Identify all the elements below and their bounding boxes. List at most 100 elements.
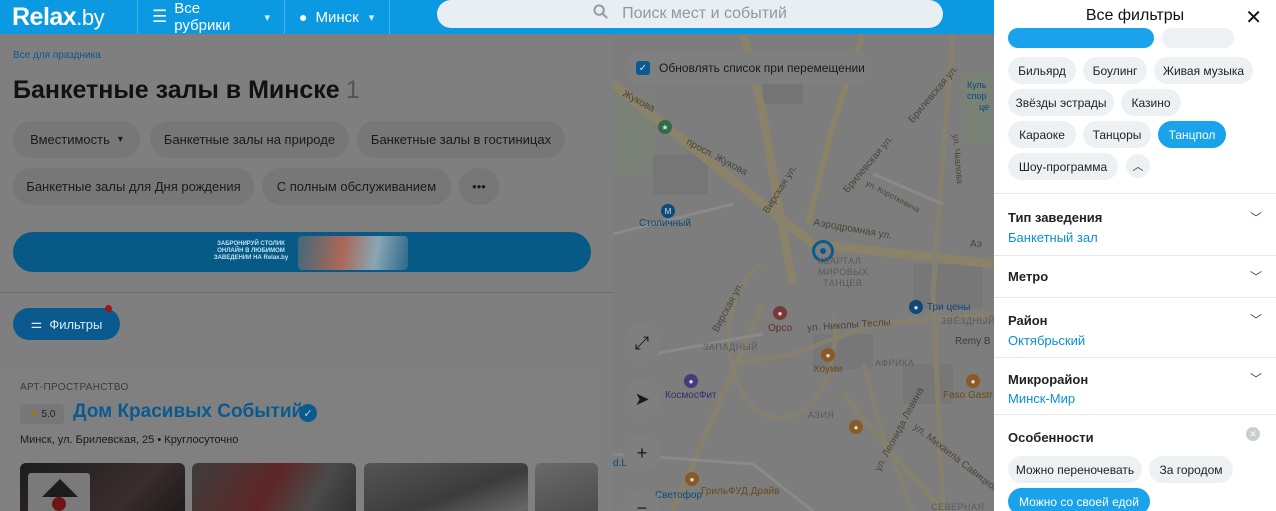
- city-label: Минск: [315, 8, 359, 26]
- map-poi-label: ГрильФУД Драйв: [701, 486, 780, 497]
- filter-section-metro[interactable]: Метро ﹀: [994, 255, 1276, 297]
- clear-section-icon[interactable]: ✕: [1246, 427, 1260, 441]
- filter-section-venue-type[interactable]: Тип заведения Банкетный зал ﹀: [994, 193, 1276, 255]
- filter-section-microdistrict[interactable]: Микрорайон Минск-Мир ﹀: [994, 357, 1276, 414]
- filter-tag-out-of-town[interactable]: За городом: [1149, 456, 1233, 483]
- header-separator: [389, 0, 390, 34]
- filter-tag-overnight[interactable]: Можно переночевать: [1008, 456, 1142, 483]
- filter-tag-pop-stars[interactable]: Звёзды эстрады: [1008, 89, 1114, 116]
- search-icon: [593, 4, 608, 24]
- filter-tag-live-music[interactable]: Живая музыка: [1154, 57, 1253, 84]
- banner-image: [298, 236, 408, 270]
- rating-value: 5.0: [41, 408, 56, 420]
- chip-hotels[interactable]: Банкетные залы в гостиницах: [357, 121, 565, 158]
- map-district-label: ЗАПАДНЫЙ: [703, 342, 759, 352]
- chevron-down-icon: ﹀: [1249, 372, 1262, 386]
- chip-nature[interactable]: Банкетные залы на природе: [150, 121, 349, 158]
- map-view[interactable]: ✓ Обновлять список при перемещении Жуков…: [613, 34, 994, 511]
- venue-photo[interactable]: [192, 463, 356, 511]
- map-district-label: АФРИКА: [875, 358, 915, 368]
- venue-card[interactable]: АРТ-ПРОСТРАНСТВО ★ 5.0 Дом Красивых Событ…: [7, 368, 598, 511]
- restaurant-icon[interactable]: ●: [773, 306, 787, 320]
- section-divider: [0, 292, 613, 293]
- breadcrumb[interactable]: Все для праздника: [13, 50, 101, 61]
- filter-tag-casino[interactable]: Казино: [1121, 89, 1181, 116]
- map-poi-label: спор: [967, 91, 987, 101]
- chevron-down-icon: ﹀: [1249, 270, 1262, 284]
- filter-section-district[interactable]: Район Октябрьский ﹀: [994, 297, 1276, 357]
- chip-label: Вместимость: [30, 132, 110, 147]
- filter-tag-selected-partial[interactable]: [1008, 28, 1154, 48]
- chevron-down-icon: ▾: [264, 11, 270, 24]
- filter-tag-own-food[interactable]: Можно со своей едой: [1008, 488, 1150, 511]
- collapse-tags-button[interactable]: ︿: [1126, 154, 1150, 178]
- section-label: Тип заведения: [1008, 210, 1103, 225]
- filter-tag-dancers[interactable]: Танцоры: [1083, 121, 1151, 148]
- more-chips-button[interactable]: •••: [459, 168, 499, 205]
- logo-suffix: .by: [76, 4, 105, 30]
- promo-banner[interactable]: ЗАБРОНИРУЙ СТОЛИК ОНЛАЙН В ЛЮБИМОМ ЗАВЕД…: [13, 232, 591, 272]
- rubrics-menu-button[interactable]: ☰ Все рубрики ▾: [138, 0, 284, 34]
- map-poi-label: Светофор: [655, 490, 703, 501]
- shop-icon[interactable]: ●: [909, 300, 923, 314]
- map-poi-label: КосмосФит: [665, 390, 717, 401]
- venue-category: АРТ-ПРОСТРАНСТВО: [20, 382, 129, 393]
- search-placeholder: Поиск мест и событий: [622, 5, 787, 22]
- venue-name[interactable]: Дом Красивых Событий: [73, 401, 303, 423]
- chevron-up-icon: ︿: [1132, 161, 1144, 173]
- my-location-button[interactable]: ➤: [623, 380, 661, 418]
- results-count: 1: [345, 76, 360, 104]
- food-icon[interactable]: ●: [849, 420, 863, 434]
- filter-tag-bowling[interactable]: Боулинг: [1083, 57, 1147, 84]
- filter-tag-karaoke[interactable]: Караоке: [1008, 121, 1076, 148]
- venue-logo: [28, 473, 90, 511]
- map-poi-label: МИРОВЫХ: [818, 267, 869, 277]
- location-pin-icon: ●: [299, 9, 308, 25]
- section-label: Особенности: [1008, 430, 1094, 445]
- map-poi-label: Хоуми: [813, 364, 843, 375]
- filter-tag-show-program[interactable]: Шоу-программа: [1008, 153, 1118, 180]
- metro-icon[interactable]: M: [661, 204, 675, 218]
- map-poi-label: ТАНЦЕВ: [823, 278, 863, 288]
- venue-photo[interactable]: [535, 463, 598, 511]
- close-icon[interactable]: ✕: [1245, 5, 1262, 30]
- chip-capacity[interactable]: Вместимость ▾: [13, 121, 140, 158]
- zoom-in-button[interactable]: +: [623, 434, 661, 472]
- banner-text: ЗАБРОНИРУЙ СТОЛИК ОНЛАЙН В ЛЮБИМОМ ЗАВЕД…: [213, 241, 289, 261]
- chip-full-service[interactable]: С полным обслуживанием: [262, 168, 451, 205]
- venue-photo[interactable]: [20, 463, 185, 511]
- city-selector[interactable]: ● Минск ▾: [285, 0, 389, 34]
- opening-hours: Круглосуточно: [164, 434, 239, 446]
- page-title: Банкетные залы в Минске 1: [13, 76, 360, 105]
- chevron-down-icon: ▾: [117, 134, 123, 145]
- park-icon[interactable]: ★: [658, 120, 672, 134]
- filter-tag-dance-floor[interactable]: Танцпол: [1158, 121, 1226, 148]
- checkbox-checked-icon: ✓: [636, 61, 650, 75]
- filters-button[interactable]: ⚌ Фильтры: [13, 305, 120, 340]
- expand-map-button[interactable]: ⤢: [623, 324, 661, 362]
- gym-icon[interactable]: ●: [684, 374, 698, 388]
- food-icon[interactable]: ●: [685, 472, 699, 486]
- active-filters-badge: [105, 305, 112, 312]
- plus-icon: +: [636, 442, 648, 463]
- food-icon[interactable]: ●: [821, 348, 835, 362]
- chevron-down-icon: ▾: [368, 11, 375, 24]
- section-label: Метро: [1008, 269, 1049, 284]
- map-poi-label: Орсо: [768, 323, 793, 334]
- search-input[interactable]: Поиск мест и событий: [437, 0, 943, 28]
- chip-birthday[interactable]: Банкетные залы для Дня рождения: [13, 168, 254, 205]
- venue-photo[interactable]: [364, 463, 528, 511]
- rubrics-label: Все рубрики: [174, 0, 231, 34]
- food-icon[interactable]: ●: [966, 374, 980, 388]
- map-district-label: СЕВЕРНАЯ: [931, 502, 985, 511]
- map-street-label: Аэ: [970, 239, 982, 250]
- navigation-arrow-icon: ➤: [634, 388, 650, 409]
- map-district-label: ЗВЁЗДНЫЙ: [941, 316, 994, 326]
- section-value: Октябрьский: [1008, 333, 1086, 348]
- filter-tag-billiards[interactable]: Бильярд: [1008, 57, 1076, 84]
- filter-tag-partial[interactable]: [1162, 28, 1234, 48]
- update-on-move-checkbox[interactable]: ✓ Обновлять список при перемещении: [625, 52, 873, 84]
- menu-icon: ☰: [152, 7, 168, 26]
- rating-badge: ★ 5.0: [20, 404, 64, 424]
- site-logo[interactable]: Relax.by: [12, 3, 137, 32]
